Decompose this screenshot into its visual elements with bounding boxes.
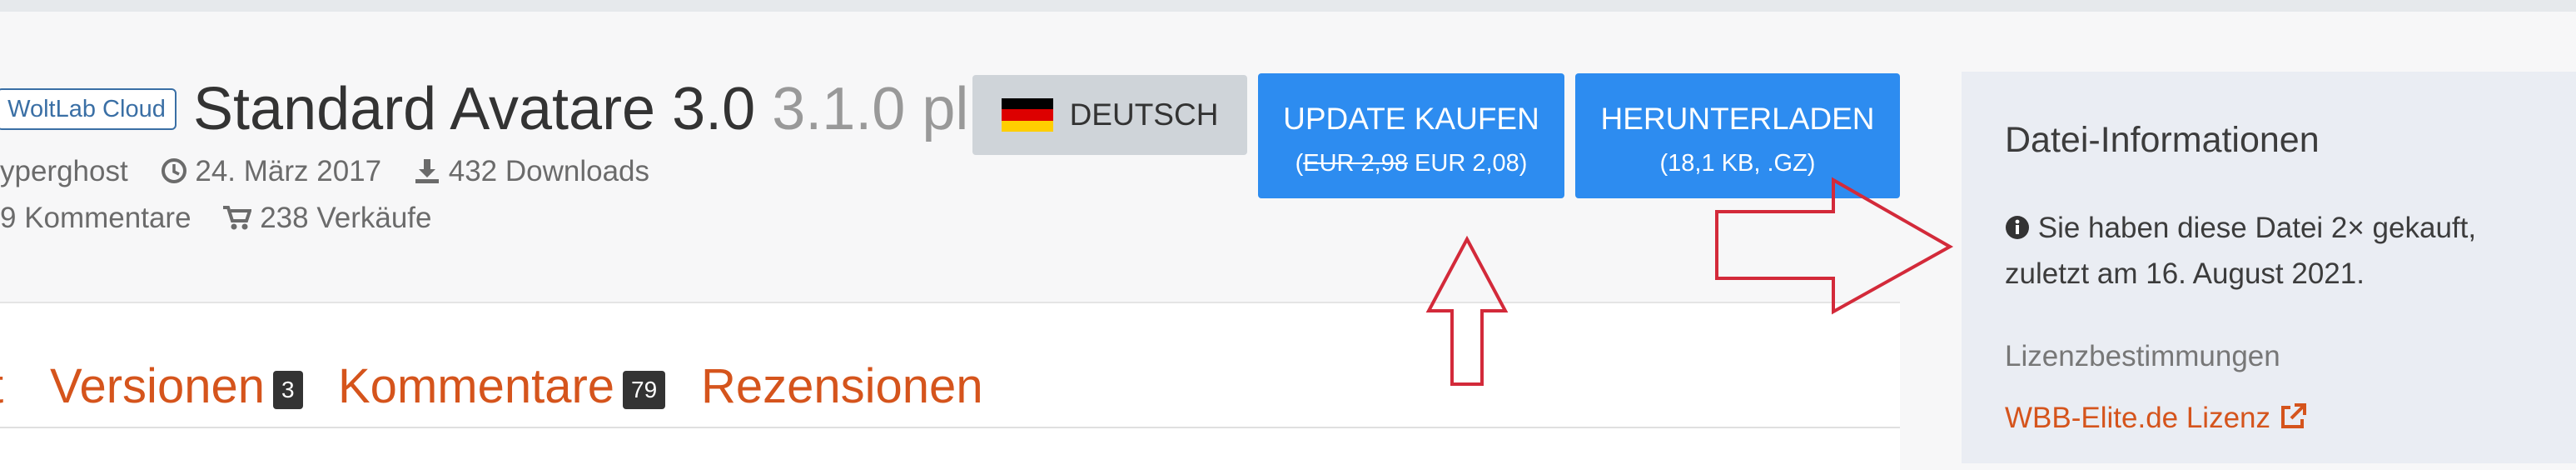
cart-icon xyxy=(223,202,253,234)
versions-count-badge: 3 xyxy=(272,371,303,409)
sidebar-title: Datei-Informationen xyxy=(2005,120,2320,160)
download-count: 432 Downloads xyxy=(448,155,650,188)
tab-versions-label: Versionen xyxy=(50,359,265,413)
purchase-info-text: Sie haben diese Datei 2× gekauft, zuletz… xyxy=(2005,212,2477,290)
license-link-text: WBB-Elite.de Lizenz xyxy=(2005,402,2271,434)
buy-update-price: (EUR 2,98 EUR 2,08) xyxy=(1295,150,1528,177)
purchase-info: Sie haben diese Datei 2× gekauft, zuletz… xyxy=(2005,205,2546,297)
old-price: EUR 2,98 xyxy=(1303,150,1408,177)
buy-update-label: UPDATE KAUFEN xyxy=(1283,102,1539,136)
woltlab-cloud-badge: WoltLab Cloud xyxy=(0,88,177,130)
tab-versions[interactable]: Versionen 3 xyxy=(50,358,303,414)
comments-count-badge: 79 xyxy=(623,371,666,409)
download-label: HERUNTERLADEN xyxy=(1600,102,1875,136)
sales-count: 238 Verkäufe xyxy=(260,202,432,234)
comment-count[interactable]: 9 Kommentare xyxy=(0,202,191,234)
language-button[interactable]: DEUTSCH xyxy=(972,75,1247,155)
buy-update-button[interactable]: UPDATE KAUFEN (EUR 2,98 EUR 2,08) xyxy=(1258,73,1564,198)
german-flag-icon xyxy=(1001,98,1053,132)
meta-row-1: yperghost 24. März 2017 432 Downloads xyxy=(0,153,649,190)
top-bar xyxy=(0,0,2576,12)
download-file-info: (18,1 KB, .GZ) xyxy=(1659,150,1816,177)
page-title: Standard Avatare 3.0 3.1.0 pl 1 xyxy=(193,73,1018,145)
release-date: 24. März 2017 xyxy=(195,155,382,188)
tab-divider xyxy=(0,427,1900,428)
license-label: Lizenzbestimmungen xyxy=(2005,340,2280,372)
up-arrow-annotation xyxy=(1425,235,1509,386)
meta-row-2: 9 Kommentare 238 Verkäufe xyxy=(0,200,431,237)
file-info-sidebar: Datei-Informationen Sie haben diese Date… xyxy=(1962,72,2576,463)
download-icon xyxy=(414,155,440,188)
clock-icon xyxy=(161,155,187,188)
tab-reviews[interactable]: Rezensionen xyxy=(701,358,983,414)
author-link[interactable]: yperghost xyxy=(0,155,128,188)
tab-comments-label: Kommentare xyxy=(338,359,615,413)
product-name: Standard Avatare 3.0 xyxy=(193,76,756,142)
tab-reviews-label: Rezensionen xyxy=(701,359,983,413)
tab-comments[interactable]: Kommentare 79 xyxy=(338,358,666,414)
info-icon xyxy=(2005,212,2030,244)
new-price: EUR 2,08 xyxy=(1415,150,1519,177)
language-label: DEUTSCH xyxy=(1069,98,1219,132)
license-link[interactable]: WBB-Elite.de Lizenz xyxy=(2005,402,2307,435)
external-link-icon xyxy=(2279,402,2307,434)
right-arrow-annotation xyxy=(1715,177,1954,315)
tab-overview-partial[interactable]: t xyxy=(0,358,3,414)
